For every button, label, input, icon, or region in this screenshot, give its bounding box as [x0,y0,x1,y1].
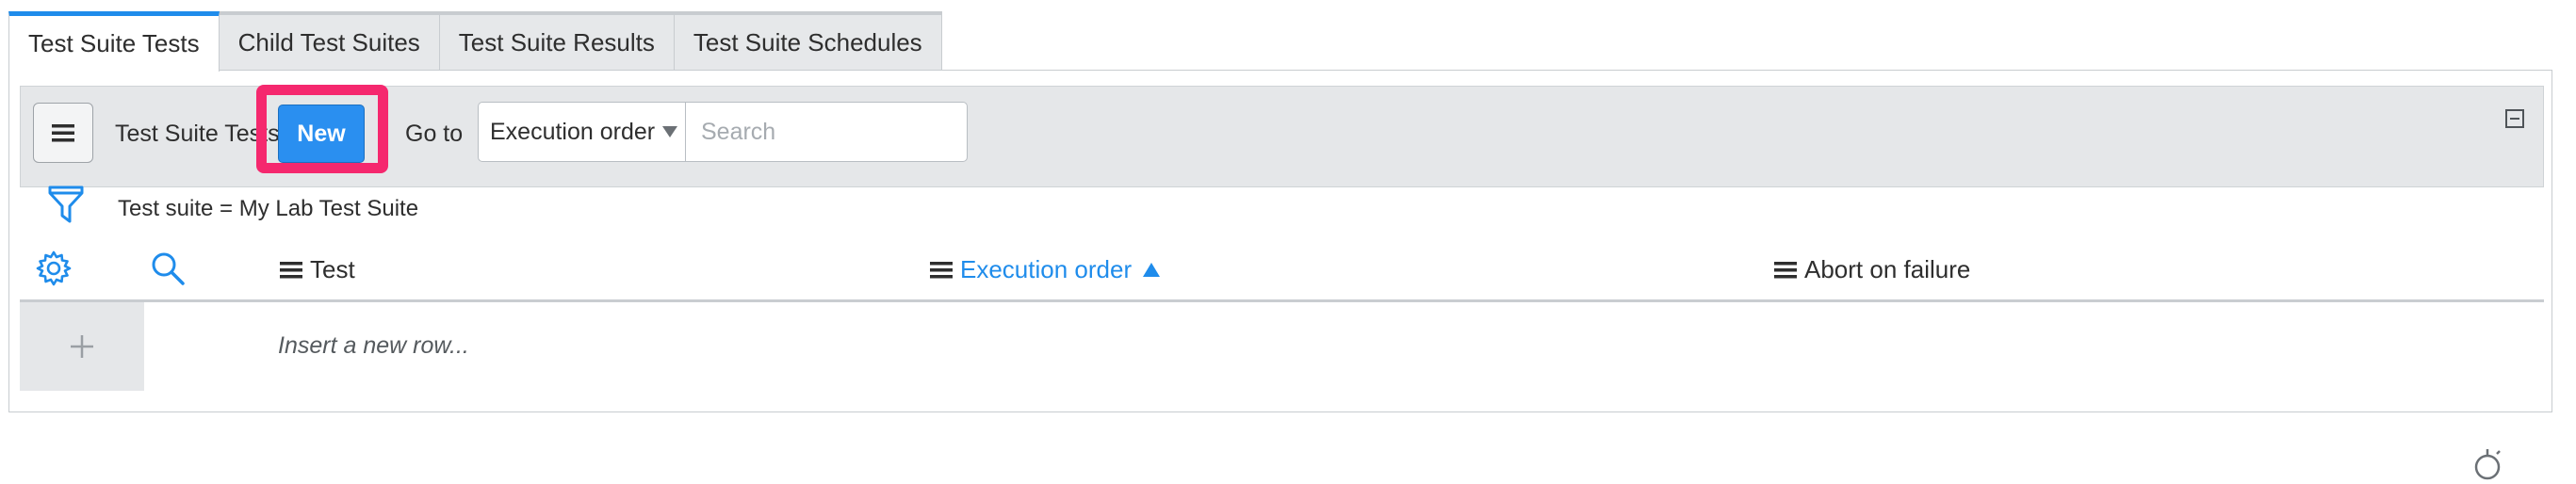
plus-icon [71,335,93,358]
column-label-test: Test [310,255,355,283]
tab-test-suite-tests[interactable]: Test Suite Tests [8,11,220,72]
tab-bar: Test Suite Tests Child Test Suites Test … [8,11,942,72]
menu-icon [52,124,74,142]
collapse-icon[interactable] [2505,109,2524,128]
column-header-execution-order[interactable]: Execution order [930,255,1161,284]
gear-icon[interactable] [35,250,73,287]
column-header-abort-on-failure[interactable]: Abort on failure [1774,255,1970,284]
timer-icon[interactable] [2469,446,2506,484]
column-menu-icon[interactable] [930,261,953,279]
goto-field-value: Execution order [490,118,656,145]
list-title: Test Suite Tests [115,121,280,147]
tab-test-suite-results[interactable]: Test Suite Results [438,11,675,71]
filter-condition[interactable]: Test suite = My Lab Test Suite [118,196,418,222]
filter-icon[interactable] [47,184,85,225]
new-button[interactable]: New [278,105,365,163]
list-menu-button[interactable] [33,103,93,163]
tab-test-suite-schedules[interactable]: Test Suite Schedules [673,11,942,71]
column-menu-icon[interactable] [280,261,302,279]
header-divider [20,299,2544,302]
goto-field-select[interactable]: Execution order [478,102,685,162]
goto-label: Go to [405,121,464,147]
search-input[interactable] [685,102,968,162]
related-list-panel: Test Suite Tests New Go to Execution ord… [8,70,2552,412]
column-label-execution-order: Execution order [960,255,1133,283]
add-row-button[interactable] [20,302,144,391]
search-icon[interactable] [149,250,187,287]
column-label-abort-on-failure: Abort on failure [1804,255,1971,283]
insert-new-row[interactable]: Insert a new row... [278,332,469,360]
column-menu-icon[interactable] [1774,261,1797,279]
chevron-down-icon [662,126,678,137]
sort-ascending-icon [1143,263,1161,277]
tab-child-test-suites[interactable]: Child Test Suites [218,11,440,71]
list-toolbar: Test Suite Tests New Go to Execution ord… [20,85,2544,187]
column-header-test[interactable]: Test [280,255,355,284]
